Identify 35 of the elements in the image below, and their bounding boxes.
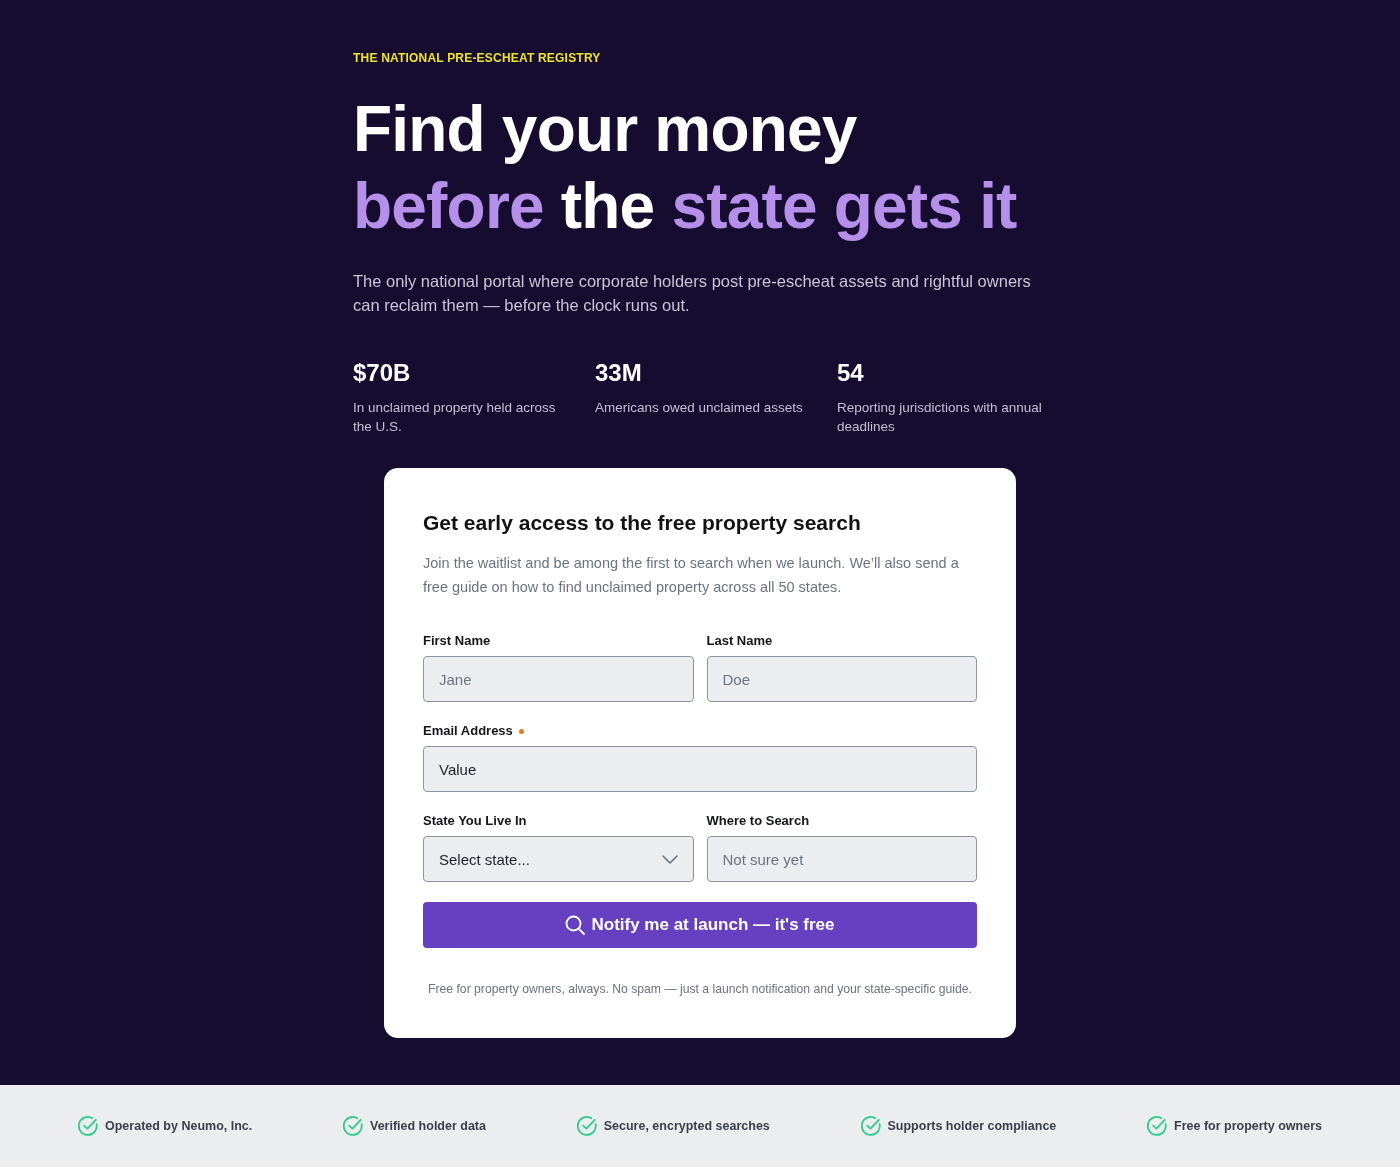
stat-description: In unclaimed property held across the U.S.: [353, 399, 557, 436]
hero-subtitle: The only national portal where corporate holders post pre-escheat assets and rightful owners can reclaim them — before the clock runs out.: [353, 271, 1032, 316]
check-circle-icon: [1147, 1116, 1167, 1136]
chevron-down-icon: [661, 854, 678, 864]
field-label: Email Address: [423, 722, 513, 740]
stat-description: Reporting jurisdictions with annual deadlines: [837, 399, 1043, 436]
stat-description: Americans owed unclaimed assets: [595, 399, 803, 417]
feature-text: Supports holder compliance: [887, 1119, 1057, 1133]
text-field[interactable]: Jane: [423, 656, 694, 702]
feature-text: Secure, encrypted searches: [603, 1119, 770, 1133]
check-circle-icon: [576, 1116, 597, 1136]
stat-value: 54: [837, 358, 864, 388]
check-circle-icon: [343, 1116, 363, 1136]
card-title: Get early access to the free property search: [423, 510, 862, 536]
check-circle-icon: [860, 1116, 881, 1136]
stat-value: $70B: [353, 358, 411, 388]
search-icon: [565, 915, 586, 935]
headline: Find your money before the state gets it: [353, 92, 1017, 244]
check-circle-icon: [78, 1116, 98, 1136]
text-field[interactable]: Not sure yet: [706, 836, 977, 882]
stat-value: 33M: [595, 358, 642, 388]
feature-text: Operated by Neumo, Inc.: [105, 1119, 253, 1133]
card-description: Join the waitlist and be among the first to search when we launch. We’ll also send a free guide on how to find unclaimed property across all 50 states.: [423, 554, 960, 597]
card-disclaimer: Free for property owners, always. No spam — just a launch notification and your state-specific guide.: [427, 981, 973, 998]
state-select[interactable]: Select state...: [423, 836, 694, 882]
feature-text: Verified holder data: [370, 1119, 486, 1133]
field-label: State You Live In: [423, 812, 527, 830]
field-label: First Name: [423, 632, 491, 650]
field-label: Where to Search: [706, 812, 810, 830]
notify-button[interactable]: Notify me at launch — it's free: [423, 902, 977, 948]
feature-text: Free for property owners: [1174, 1119, 1322, 1133]
field-label: Last Name: [706, 632, 773, 650]
text-field[interactable]: Doe: [706, 656, 977, 702]
eyebrow-text: THE NATIONAL PRE-ESCHEAT REGISTRY: [353, 50, 601, 66]
email-field[interactable]: Value: [423, 746, 977, 792]
